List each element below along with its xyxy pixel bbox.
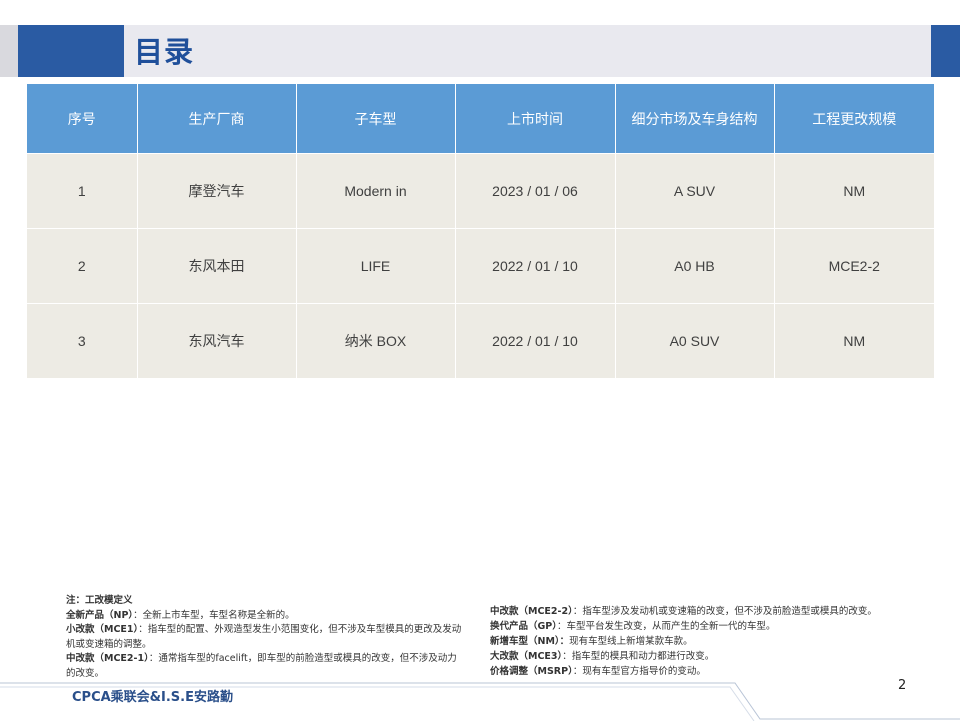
note-term: 中改款（MCE2-2） [490,606,573,617]
note-desc: ：指车型涉及发动机或变速箱的改变，但不涉及前脸造型或模具的改变。 [572,606,877,617]
table-cell: 纳米 BOX [296,303,456,378]
footer-brand: CPCA乘联会&I.S.E安路勤 [72,690,233,705]
table-cell: 东风本田 [137,228,297,304]
note-term: 新增车型（NM）： [490,636,570,647]
header-cell: 细分市场及车身结构 [615,84,775,154]
note-term: 中改款（MCE2-1） [66,653,149,664]
table-cell: 2 [27,228,138,304]
table-row: 3 东风汽车 纳米 BOX 2022 / 01 / 10 A0 SUV NM [27,303,934,378]
table-cell: A0 SUV [615,303,775,378]
table-cell: 东风汽车 [137,303,297,378]
note-item: 大改款（MCE3）：指车型的模具和动力都进行改变。 [490,649,940,664]
title-left-gray-block [0,25,18,77]
note-term: 全新产品（NP） [66,609,134,621]
note-item: 全新产品（NP）：全新上市车型，车型名称是全新的。 [66,609,466,624]
note-item: 中改款（MCE2-2）：指车型涉及发动机或变速箱的改变，但不涉及前脸造型或模具的… [490,604,940,619]
note-term: 小改款（MCE1） [66,624,139,635]
note-desc: ：指车型的模具和动力都进行改变。 [562,651,715,662]
header-cell: 子车型 [296,84,456,154]
table-cell: NM [774,303,934,378]
vehicle-table: 序号 生产厂商 子车型 上市时间 细分市场及车身结构 工程更改规模 1 摩登汽车… [27,84,934,378]
notes-left-column: 注：工改模定义 全新产品（NP）：全新上市车型，车型名称是全新的。 小改款（MC… [66,594,466,681]
table-cell: NM [774,153,934,229]
page-number: 2 [898,678,907,693]
table-cell: LIFE [296,228,456,304]
table-header-row: 序号 生产厂商 子车型 上市时间 细分市场及车身结构 工程更改规模 [27,84,934,154]
header-cell: 生产厂商 [137,84,297,154]
note-desc: ：全新上市车型，车型名称是全新的。 [133,609,295,621]
page-title: 目录 [134,35,195,69]
table-cell: 2023 / 01 / 06 [455,153,616,229]
header-cell: 上市时间 [455,84,616,154]
title-left-accent-block [18,25,124,77]
header-cell: 工程更改规模 [774,84,934,154]
note-item: 中改款（MCE2-1）：通常指车型的facelift，即车型的前脸造型或模具的改… [66,652,466,681]
note-desc: 现有车型线上新增某款车款。 [569,636,693,647]
notes-heading: 注：工改模定义 [66,595,133,606]
note-desc: ：车型平台发生改变，从而产生的全新一代的车型。 [557,621,776,632]
table-row: 2 东风本田 LIFE 2022 / 01 / 10 A0 HB MCE2-2 [27,228,934,304]
table-row: 1 摩登汽车 Modern in 2023 / 01 / 06 A SUV NM [27,153,934,229]
note-item: 换代产品（GP）：车型平台发生改变，从而产生的全新一代的车型。 [490,619,940,634]
table-cell: 1 [27,153,138,229]
header-cell: 序号 [27,84,138,154]
note-term: 换代产品（GP） [490,621,558,632]
table-cell: Modern in [296,153,456,229]
note-term: 大改款（MCE3） [490,651,563,662]
note-item: 新增车型（NM）：现有车型线上新增某款车款。 [490,634,940,649]
notes-right-column: 中改款（MCE2-2）：指车型涉及发动机或变速箱的改变，但不涉及前脸造型或模具的… [490,604,940,679]
table-cell: 2022 / 01 / 10 [455,228,616,304]
table-cell: 3 [27,303,138,378]
table-cell: 2022 / 01 / 10 [455,303,616,378]
note-term: 价格调整（MSRP） [490,666,573,677]
note-item: 小改款（MCE1）：指车型的配置、外观造型发生小范围变化，但不涉及车型模具的更改… [66,623,466,652]
title-right-accent-block [931,25,960,77]
table-cell: A SUV [615,153,775,229]
table-cell: 摩登汽车 [137,153,297,229]
table-cell: MCE2-2 [774,228,934,304]
table-cell: A0 HB [615,228,775,304]
note-item: 价格调整（MSRP）：现有车型官方指导价的变动。 [490,664,940,679]
note-desc: ：现有车型官方指导价的变动。 [572,666,706,677]
